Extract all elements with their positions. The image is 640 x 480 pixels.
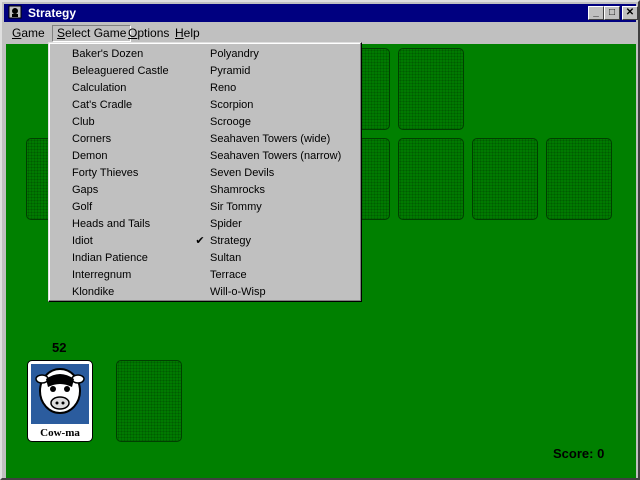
window-title: Strategy <box>28 6 77 20</box>
menu-item-golf[interactable]: Golf <box>72 199 92 216</box>
tableau-slot[interactable] <box>546 138 612 220</box>
minimize-button[interactable]: _ <box>588 6 604 20</box>
menu-item-terrace[interactable]: Terrace <box>210 267 247 284</box>
menu-item-label: Strategy <box>210 235 251 247</box>
menu-item-club[interactable]: Club <box>72 114 95 131</box>
app-window: Strategy _ □ ✕ Game Select Game Options … <box>0 0 640 480</box>
menu-game[interactable]: Game <box>8 26 49 41</box>
menu-item-label: Spider <box>210 218 242 230</box>
menu-item-klondike[interactable]: Klondike <box>72 284 114 301</box>
menu-item-label: Sultan <box>210 252 242 264</box>
score-text: Score: 0 <box>553 446 605 461</box>
menu-item-label: Pyramid <box>210 65 251 77</box>
stock-count: 52 <box>52 340 67 355</box>
menu-help[interactable]: Help <box>171 26 204 41</box>
menu-item-indian-patience[interactable]: Indian Patience <box>72 250 148 267</box>
menu-item-pyramid[interactable]: Pyramid <box>210 63 250 80</box>
select-game-dropdown: Baker's Dozen Beleaguered Castle Calculati… <box>48 42 362 302</box>
menu-item-label: Club <box>72 116 95 128</box>
menu-item-label: Corners <box>72 133 112 145</box>
menu-item-label: Golf <box>72 201 93 213</box>
menu-item-label: Idiot <box>72 235 93 247</box>
menu-item-gaps[interactable]: Gaps <box>72 182 98 199</box>
menu-item-seahaven-towers-wide[interactable]: Seahaven Towers (wide) <box>210 131 330 148</box>
menu-select-game[interactable]: Select Game <box>52 25 132 42</box>
menu-item-label: Scrooge <box>210 116 251 128</box>
foundation-slot[interactable] <box>398 48 464 130</box>
menu-item-forty-thieves[interactable]: Forty Thieves <box>72 165 138 182</box>
card-back-label: Cow-ma <box>40 427 80 439</box>
menu-item-corners[interactable]: Corners <box>72 131 111 148</box>
stock-pile[interactable]: Cow-ma <box>27 360 93 442</box>
menu-item-interregnum[interactable]: Interregnum <box>72 267 131 284</box>
menu-item-scorpion[interactable]: Scorpion <box>210 97 253 114</box>
menu-item-strategy[interactable]: Strategy ✔ <box>195 233 251 250</box>
menu-item-label: Seahaven Towers (wide) <box>210 133 331 145</box>
menu-item-label: Heads and Tails <box>72 218 151 230</box>
menu-item-scrooge[interactable]: Scrooge <box>210 114 251 131</box>
menu-item-sultan[interactable]: Sultan <box>210 250 241 267</box>
menu-item-label: Will-o-Wisp <box>210 286 266 298</box>
menu-item-spider[interactable]: Spider <box>210 216 242 233</box>
menu-item-cat-s-cradle[interactable]: Cat's Cradle <box>72 97 132 114</box>
menu-item-label: Baker's Dozen <box>72 48 144 60</box>
checkmark-icon: ✔ <box>195 235 205 247</box>
menu-item-seven-devils[interactable]: Seven Devils <box>210 165 274 182</box>
menu-item-label: Seahaven Towers (narrow) <box>210 150 342 162</box>
menu-item-label: Reno <box>210 82 237 94</box>
menu-item-label: Seven Devils <box>210 167 275 179</box>
menu-item-reno[interactable]: Reno <box>210 80 236 97</box>
menu-item-label: Interregnum <box>72 269 132 281</box>
menu-item-label: Calculation <box>72 82 127 94</box>
menu-item-label: Scorpion <box>210 99 254 111</box>
menu-item-label: Forty Thieves <box>72 167 139 179</box>
menu-item-will-o-wisp[interactable]: Will-o-Wisp <box>210 284 266 301</box>
menu-item-beleaguered-castle[interactable]: Beleaguered Castle <box>72 63 169 80</box>
menu-item-label: Klondike <box>72 286 115 298</box>
maximize-button[interactable]: □ <box>604 6 620 20</box>
menu-item-calculation[interactable]: Calculation <box>72 80 126 97</box>
title-bar[interactable]: Strategy _ □ ✕ <box>4 4 638 22</box>
menu-item-label: Cat's Cradle <box>72 99 133 111</box>
menu-item-demon[interactable]: Demon <box>72 148 107 165</box>
menu-item-label: Terrace <box>210 269 247 281</box>
menu-options[interactable]: Options <box>124 26 173 41</box>
menu-item-idiot[interactable]: Idiot <box>72 233 93 250</box>
menu-item-shamrocks[interactable]: Shamrocks <box>210 182 265 199</box>
tableau-slot[interactable] <box>398 138 464 220</box>
waste-slot[interactable] <box>116 360 182 442</box>
app-icon[interactable] <box>8 5 22 19</box>
menu-item-seahaven-towers-narrow[interactable]: Seahaven Towers (narrow) <box>210 148 341 165</box>
close-button[interactable]: ✕ <box>622 6 638 20</box>
menu-item-label: Indian Patience <box>72 252 148 264</box>
menu-item-label: Demon <box>72 150 108 162</box>
menu-item-label: Beleaguered Castle <box>72 65 169 77</box>
menu-item-polyandry[interactable]: Polyandry <box>210 46 259 63</box>
menu-bar: Game Select Game Options Help <box>4 24 636 42</box>
menu-item-label: Gaps <box>72 184 99 196</box>
menu-item-label: Shamrocks <box>210 184 266 196</box>
menu-item-heads-and-tails[interactable]: Heads and Tails <box>72 216 150 233</box>
menu-item-label: Polyandry <box>210 48 259 60</box>
menu-item-baker-s-dozen[interactable]: Baker's Dozen <box>72 46 143 63</box>
menu-item-label: Sir Tommy <box>210 201 262 213</box>
menu-item-sir-tommy[interactable]: Sir Tommy <box>210 199 262 216</box>
tableau-slot[interactable] <box>472 138 538 220</box>
